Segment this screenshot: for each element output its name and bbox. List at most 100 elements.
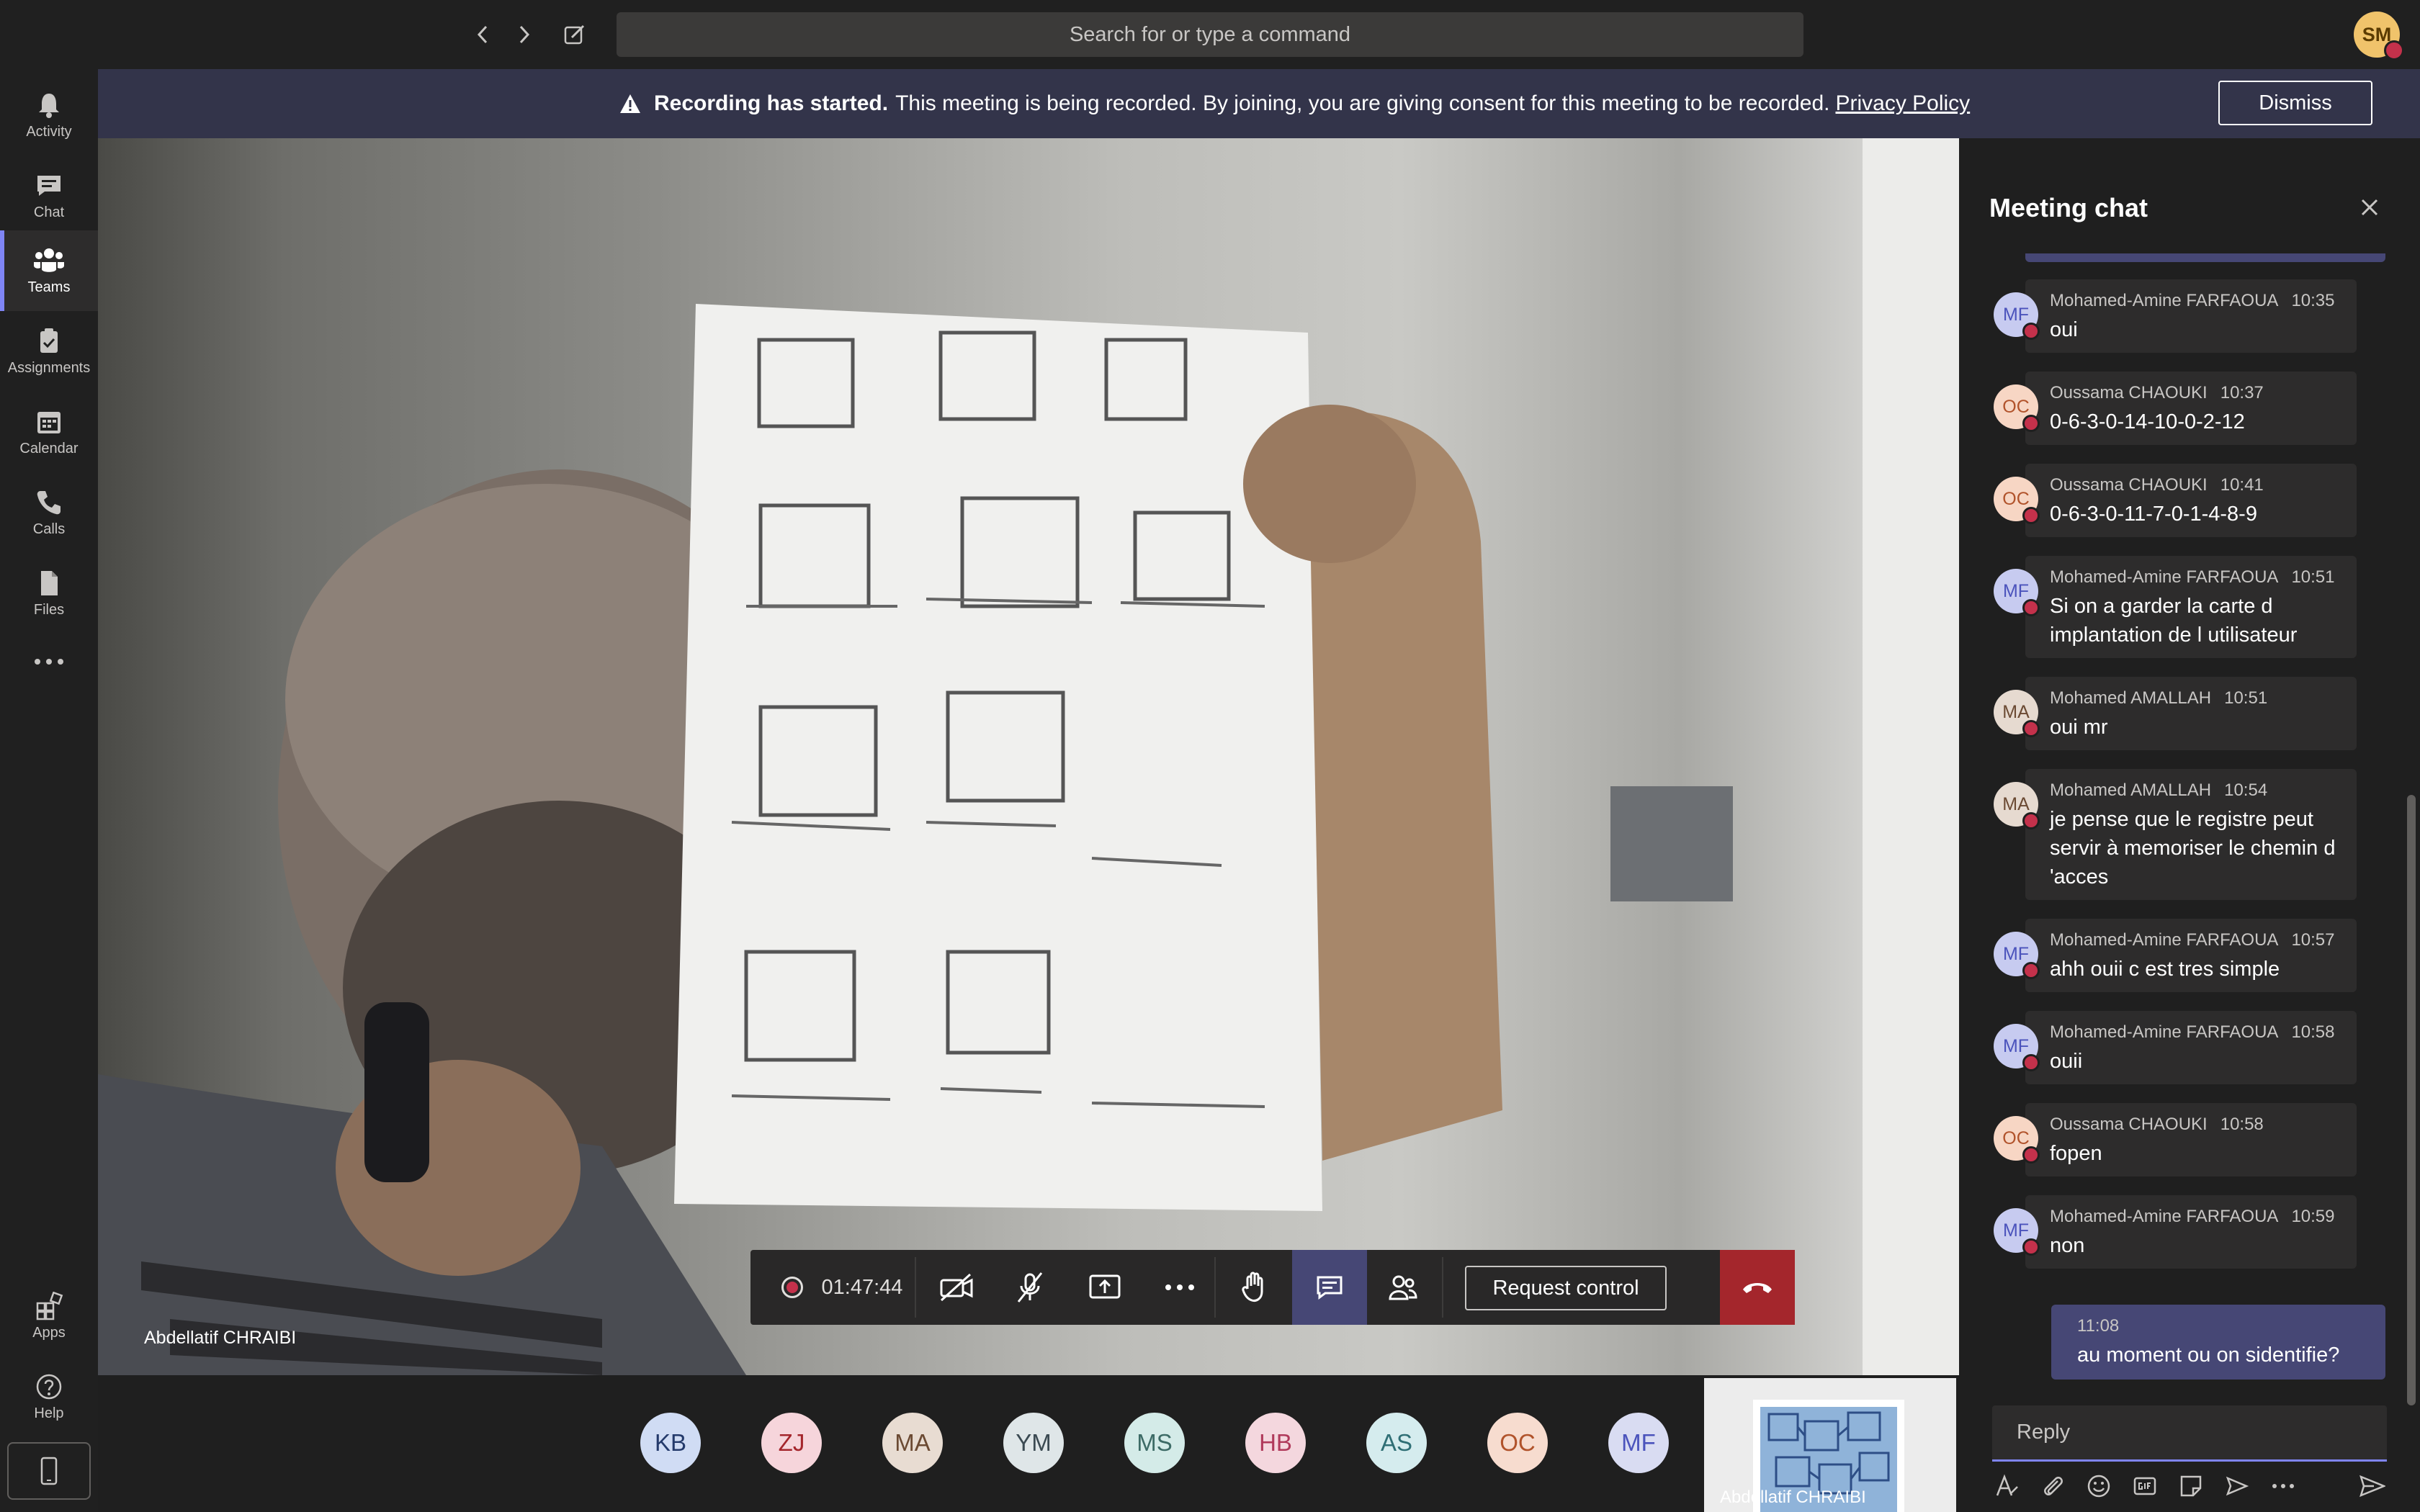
my-chat-message[interactable]: 11:08 au moment ou on sidentifie? (2051, 1305, 2385, 1380)
gif-icon[interactable] (2130, 1472, 2159, 1500)
message-body: je pense que le registre peut servir à me… (2050, 805, 2345, 891)
banner-bold-text: Recording has started. (654, 91, 889, 115)
rail-item-help[interactable]: Help (0, 1356, 98, 1437)
rail-item-files[interactable]: Files (0, 553, 98, 634)
rail-item-calendar[interactable]: Calendar (0, 392, 98, 472)
previous-message-edge (2025, 253, 2385, 262)
message-line: servir à memoriser le chemin d (2050, 837, 2336, 860)
participant-avatar[interactable]: AS (1366, 1413, 1427, 1473)
app-rail: Activity Chat Teams Assignments Calendar… (0, 69, 98, 1512)
participant-avatar[interactable]: MS (1124, 1413, 1185, 1473)
message-time: 10:35 (2291, 291, 2335, 310)
share-screen-button[interactable] (1070, 1250, 1139, 1325)
request-control-button[interactable]: Request control (1465, 1266, 1667, 1310)
participant-avatar[interactable]: YM (1003, 1413, 1064, 1473)
presence-status-icon (2022, 1146, 2040, 1164)
rail-more-button[interactable] (0, 634, 98, 694)
chat-message[interactable]: Mohamed AMALLAH 10:51 oui mr (2025, 677, 2357, 750)
camera-button[interactable] (922, 1250, 991, 1325)
help-icon (36, 1374, 62, 1399)
message-time: 10:58 (2291, 1022, 2335, 1042)
dismiss-button[interactable]: Dismiss (2218, 81, 2372, 125)
message-line: fopen (2050, 1142, 2102, 1165)
sticker-icon[interactable] (2177, 1472, 2205, 1500)
emoji-icon[interactable] (2084, 1472, 2113, 1500)
format-icon[interactable] (1992, 1472, 2021, 1500)
chat-message[interactable]: Mohamed AMALLAH 10:54 je pense que le regi… (2025, 769, 2357, 900)
mobile-download-button[interactable] (7, 1442, 91, 1500)
chat-message[interactable]: Mohamed-Amine FARFAOUA 10:58 ouii (2025, 1011, 2357, 1084)
forward-button[interactable] (507, 17, 542, 52)
chat-icon (1317, 1276, 1343, 1300)
message-body: fopen (2050, 1139, 2345, 1168)
message-meta: Mohamed-Amine FARFAOUA 10:35 (2050, 291, 2357, 311)
send-icon[interactable] (2358, 1472, 2387, 1500)
participant-avatar[interactable]: MF (1608, 1413, 1669, 1473)
message-body: Si on a garder la carte d implantation de… (2050, 592, 2345, 649)
mic-off-icon (1017, 1272, 1043, 1302)
message-time: 10:37 (2220, 383, 2264, 402)
chat-message[interactable]: Oussama CHAOUKI 10:41 0-6-3-0-11-7-0-1-4-8… (2025, 464, 2357, 537)
back-button[interactable] (465, 17, 500, 52)
microphone-button[interactable] (995, 1250, 1065, 1325)
raise-hand-button[interactable] (1220, 1250, 1289, 1325)
thumbnail-name-label: Abdellatif CHRAIBI (1720, 1488, 1866, 1507)
rail-item-assignments[interactable]: Assignments (0, 311, 98, 392)
hang-up-button[interactable] (1720, 1250, 1795, 1325)
close-icon (2361, 199, 2378, 216)
rail-item-apps[interactable]: Apps (0, 1276, 98, 1356)
chat-message[interactable]: Mohamed-Amine FARFAOUA 10:51 Si on a garde… (2025, 556, 2357, 658)
presence-status-icon (2022, 720, 2040, 737)
separator (1214, 1257, 1216, 1318)
participant-avatar[interactable]: HB (1245, 1413, 1306, 1473)
new-chat-button[interactable] (557, 17, 592, 52)
rail-item-chat[interactable]: Chat (0, 156, 98, 236)
show-participants-button[interactable] (1368, 1250, 1438, 1325)
presence-status-icon (2022, 323, 2040, 340)
message-body: 0-6-3-0-14-10-0-2-12 (2050, 408, 2345, 436)
message-meta: Oussama CHAOUKI 10:58 (2050, 1115, 2357, 1135)
attach-icon[interactable] (2038, 1472, 2067, 1500)
rail-item-teams[interactable]: Teams (0, 230, 98, 311)
rail-item-activity[interactable]: Activity (0, 75, 98, 156)
reply-input[interactable]: Reply (1992, 1405, 2387, 1462)
participant-avatar[interactable]: KB (640, 1413, 701, 1473)
more-actions-button[interactable] (1145, 1250, 1214, 1325)
schedule-meeting-icon[interactable] (2223, 1472, 2251, 1500)
participant-avatar[interactable]: ZJ (761, 1413, 822, 1473)
message-time: 10:41 (2220, 475, 2264, 495)
message-meta: Oussama CHAOUKI 10:41 (2050, 475, 2357, 495)
message-time: 10:57 (2291, 930, 2335, 950)
close-chat-button[interactable] (2355, 193, 2384, 222)
chat-message[interactable]: Mohamed-Amine FARFAOUA 10:35 oui (2025, 279, 2357, 353)
chat-scrollbar[interactable] (2407, 795, 2416, 1405)
privacy-policy-link[interactable]: Privacy Policy (1835, 91, 1970, 116)
search-input[interactable]: Search for or type a command (617, 12, 1803, 57)
rail-label: Teams (27, 279, 71, 295)
chat-message[interactable]: Mohamed-Amine FARFAOUA 10:57 ahh ouii c es… (2025, 919, 2357, 992)
camera-off-icon (940, 1273, 973, 1302)
chat-message[interactable]: Oussama CHAOUKI 10:37 0-6-3-0-14-10-0-2-12 (2025, 372, 2357, 445)
rail-label: Help (34, 1405, 64, 1421)
message-time: 10:58 (2220, 1115, 2264, 1134)
rail-item-calls[interactable]: Calls (0, 472, 98, 553)
compose-toolbar (1992, 1472, 2396, 1505)
show-chat-button[interactable] (1292, 1250, 1367, 1325)
chat-message[interactable]: Mohamed-Amine FARFAOUA 10:59 non (2025, 1195, 2357, 1269)
chat-message[interactable]: Oussama CHAOUKI 10:58 fopen (2025, 1103, 2357, 1176)
more-options-icon[interactable] (2269, 1472, 2298, 1500)
ellipsis-icon (1165, 1284, 1194, 1290)
message-meta: Mohamed-Amine FARFAOUA 10:51 (2050, 567, 2357, 588)
presence-status-icon (2022, 1238, 2040, 1256)
participant-avatar[interactable]: MA (882, 1413, 943, 1473)
participant-avatar[interactable]: OC (1487, 1413, 1548, 1473)
message-meta: Mohamed-Amine FARFAOUA 10:59 (2050, 1207, 2357, 1227)
message-line: 'acces (2050, 865, 2109, 888)
chat-panel-title: Meeting chat (1989, 193, 2148, 222)
message-time: 11:08 (2077, 1316, 2120, 1336)
message-author: Mohamed-Amine FARFAOUA (2050, 1022, 2279, 1042)
message-line: je pense que le registre peut (2050, 808, 2313, 831)
presence-status-icon (2022, 962, 2040, 979)
message-line: ouii (2050, 1050, 2083, 1073)
phone-icon (37, 490, 60, 514)
